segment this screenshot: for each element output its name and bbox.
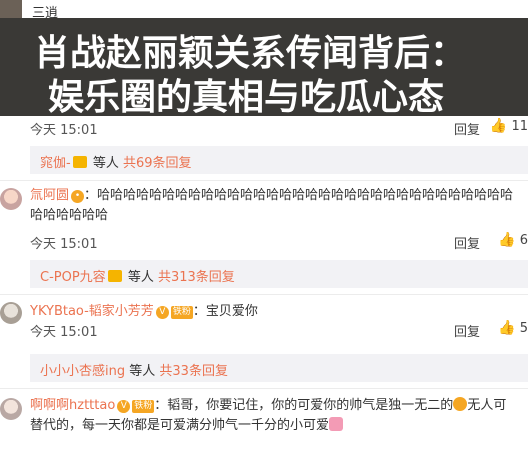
reply-summary[interactable]: C-POP九容 等人 共313条回复: [30, 260, 528, 288]
reply-button[interactable]: 回复: [454, 321, 480, 340]
title-banner: 肖战赵丽颖关系传闻背后： 娱乐圈的真相与吃瓜心态: [0, 18, 528, 118]
timestamp: 今天 15:01: [30, 237, 98, 252]
like-button[interactable]: 👍 11: [490, 118, 528, 134]
reply-count-link[interactable]: 共313条回复: [158, 270, 235, 285]
reply-count-link[interactable]: 共33条回复: [159, 364, 228, 379]
comment-username[interactable]: 氚阿圆: [30, 188, 69, 203]
reply-middle-text: 等人: [127, 270, 154, 285]
reply-button[interactable]: 回复: [454, 233, 480, 252]
reply-summary[interactable]: 小小小杏感ing 等人 共33条回复: [30, 354, 528, 382]
reply-user[interactable]: 窕伽-: [40, 156, 71, 171]
banner-title-line2: 娱乐圈的真相与吃瓜心态: [48, 77, 445, 118]
comment-meta-row: 今天 15:01 回复 👍 5: [0, 318, 528, 340]
thumbs-up-icon: 👍: [489, 118, 508, 134]
reply-button[interactable]: 回复: [454, 119, 480, 138]
crown-icon: [107, 270, 122, 282]
avatar[interactable]: [0, 398, 22, 420]
divider: [0, 294, 528, 295]
comment-meta-row: 今天 15:01 回复 👍 6: [0, 230, 528, 252]
comment-text-line1-end: 无人可: [467, 398, 507, 413]
comment-text-line2: 哈哈哈哈哈哈: [30, 208, 109, 223]
reply-user[interactable]: 小小小杏感ing: [40, 364, 125, 379]
comment-text-line1: 哈哈哈哈哈哈哈哈哈哈哈哈哈哈哈哈哈哈哈哈哈哈哈哈哈哈哈哈哈哈哈哈: [97, 188, 514, 203]
fan-badge: 铁粉: [132, 400, 155, 413]
like-button[interactable]: 👍 5: [498, 320, 528, 336]
reply-count-link[interactable]: 共69条回复: [123, 156, 192, 171]
like-count: 5: [519, 321, 528, 336]
timestamp: 今天 15:01: [30, 325, 98, 340]
divider: [0, 388, 528, 389]
comment-text-line1: ：韬哥，你要记住，你的可爱你的帅气是独一无二的: [154, 398, 454, 413]
comment-text-line2: 替代的，每一天你都是可爱满分帅气一千分的小可爱: [30, 418, 330, 433]
verified-icon: V: [117, 400, 131, 413]
reply-user[interactable]: C-POP九容: [40, 270, 106, 285]
reply-middle-text: 等人: [129, 364, 156, 379]
member-icon: •: [71, 190, 85, 203]
timestamp: 今天 15:01: [30, 123, 98, 138]
comment-username[interactable]: 啊啊啊hztttao: [30, 398, 115, 413]
comment-username[interactable]: YKYBtao-韬家小芳芳: [30, 304, 154, 319]
frown-emoji-icon: [453, 397, 468, 411]
crown-icon: [72, 156, 87, 168]
like-count: 11: [511, 119, 528, 134]
reply-summary[interactable]: 窕伽- 等人 共69条回复: [30, 146, 528, 174]
reply-middle-text: 等人: [92, 156, 119, 171]
like-button[interactable]: 👍 6: [498, 232, 528, 248]
heart-icon: [329, 417, 344, 431]
comment-text: ：宝贝爱你: [192, 304, 258, 319]
avatar[interactable]: [0, 188, 22, 210]
divider: [0, 180, 528, 181]
thumbs-up-icon: 👍: [498, 232, 516, 248]
comment-meta-row: 今天 15:01 回复 👍 11: [0, 116, 528, 138]
thumbs-up-icon: 👍: [498, 320, 516, 336]
like-count: 6: [519, 233, 528, 248]
